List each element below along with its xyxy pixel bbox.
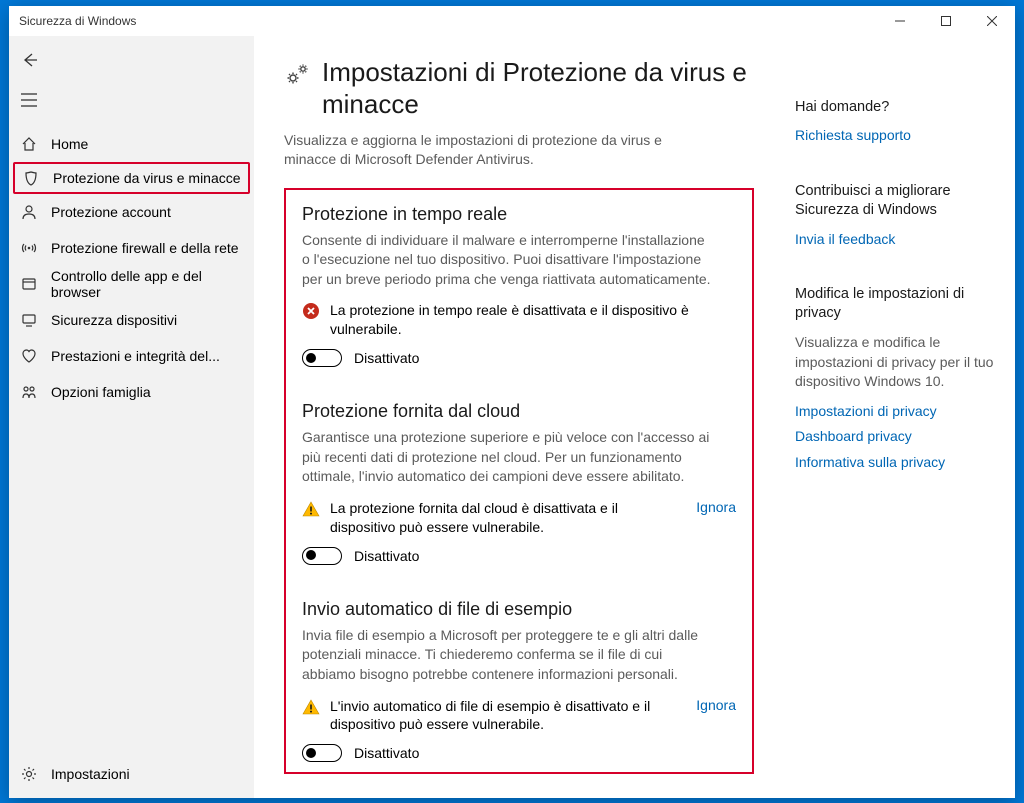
alert-row: La protezione in tempo reale è disattiva… — [302, 301, 736, 339]
error-icon — [302, 302, 320, 320]
aside-text: Visualizza e modifica le impostazioni di… — [795, 333, 995, 392]
section-title: Protezione in tempo reale — [302, 204, 736, 225]
aside-title: Hai domande? — [795, 98, 995, 117]
alert-row: L'invio automatico di file di esempio è … — [302, 697, 736, 735]
dismiss-link[interactable]: Ignora — [696, 499, 736, 515]
sidebar-item-label: Impostazioni — [51, 766, 130, 782]
titlebar: Sicurezza di Windows — [9, 6, 1015, 36]
sidebar-item-virus[interactable]: Protezione da virus e minacce — [13, 162, 250, 194]
sidebar-item-device[interactable]: Sicurezza dispositivi — [9, 302, 254, 338]
dismiss-link[interactable]: Ignora — [696, 697, 736, 713]
sidebar-item-label: Protezione da virus e minacce — [53, 170, 241, 186]
aside-questions: Hai domande? Richiesta supporto — [795, 98, 995, 146]
shield-icon — [21, 170, 41, 186]
feedback-link[interactable]: Invia il feedback — [795, 230, 995, 250]
toggle-label: Disattivato — [354, 548, 419, 564]
section-sample: Invio automatico di file di esempio Invi… — [302, 599, 736, 763]
window-title: Sicurezza di Windows — [19, 14, 136, 28]
aside-feedback: Contribuisci a migliorare Sicurezza di W… — [795, 182, 995, 249]
toggle-cloud[interactable] — [302, 547, 342, 565]
alert-text: La protezione fornita dal cloud è disatt… — [330, 499, 680, 537]
sidebar-item-label: Prestazioni e integrità del... — [51, 348, 220, 364]
privacy-policy-link[interactable]: Informativa sulla privacy — [795, 453, 995, 473]
sidebar-item-label: Controllo delle app e del browser — [51, 268, 254, 300]
device-icon — [19, 312, 39, 328]
app-window: Sicurezza di Windows — [9, 6, 1015, 798]
alert-text: La protezione in tempo reale è disattiva… — [330, 301, 736, 339]
section-desc: Invia file di esempio a Microsoft per pr… — [302, 626, 712, 685]
page-title: Impostazioni di Protezione da virus e mi… — [322, 56, 765, 121]
hamburger-button[interactable] — [9, 80, 49, 120]
sidebar-item-health[interactable]: Prestazioni e integrità del... — [9, 338, 254, 374]
sidebar-item-appbrowser[interactable]: Controllo delle app e del browser — [9, 266, 254, 302]
antenna-icon — [19, 240, 39, 256]
warning-icon — [302, 500, 320, 518]
maximize-button[interactable] — [923, 6, 969, 36]
sidebar-item-label: Opzioni famiglia — [51, 384, 151, 400]
sidebar: Home Protezione da virus e minacce Prote… — [9, 36, 254, 798]
minimize-button[interactable] — [877, 6, 923, 36]
section-desc: Garantisce una protezione superiore e pi… — [302, 428, 712, 487]
sidebar-item-settings[interactable]: Impostazioni — [9, 756, 254, 792]
settings-icon — [284, 62, 310, 88]
section-desc: Consente di individuare il malware e int… — [302, 231, 712, 290]
aside-panel: Hai domande? Richiesta supporto Contribu… — [785, 36, 1015, 798]
sidebar-item-label: Sicurezza dispositivi — [51, 312, 177, 328]
close-button[interactable] — [969, 6, 1015, 36]
sidebar-item-home[interactable]: Home — [9, 126, 254, 162]
alert-row: La protezione fornita dal cloud è disatt… — [302, 499, 736, 537]
gear-icon — [19, 766, 39, 782]
section-title: Invio automatico di file di esempio — [302, 599, 736, 620]
page-subtitle: Visualizza e aggiorna le impostazioni di… — [284, 131, 704, 170]
sidebar-item-account[interactable]: Protezione account — [9, 194, 254, 230]
toggle-label: Disattivato — [354, 745, 419, 761]
main-content: Impostazioni di Protezione da virus e mi… — [254, 36, 785, 798]
aside-privacy: Modifica le impostazioni di privacy Visu… — [795, 285, 995, 472]
section-title: Protezione fornita dal cloud — [302, 401, 736, 422]
toggle-label: Disattivato — [354, 350, 419, 366]
privacy-dashboard-link[interactable]: Dashboard privacy — [795, 427, 995, 447]
toggle-realtime[interactable] — [302, 349, 342, 367]
sidebar-item-firewall[interactable]: Protezione firewall e della rete — [9, 230, 254, 266]
privacy-settings-link[interactable]: Impostazioni di privacy — [795, 402, 995, 422]
toggle-sample[interactable] — [302, 744, 342, 762]
warning-icon — [302, 698, 320, 716]
sidebar-item-label: Home — [51, 136, 88, 152]
back-button[interactable] — [9, 40, 49, 80]
home-icon — [19, 136, 39, 152]
family-icon — [19, 384, 39, 400]
sidebar-item-label: Protezione firewall e della rete — [51, 240, 239, 256]
settings-highlight-box: Protezione in tempo reale Consente di in… — [284, 188, 754, 775]
heart-icon — [19, 348, 39, 364]
aside-title: Modifica le impostazioni di privacy — [795, 285, 995, 323]
app-icon — [19, 276, 39, 292]
account-icon — [19, 204, 39, 220]
alert-text: L'invio automatico di file di esempio è … — [330, 697, 680, 735]
window-controls — [877, 6, 1015, 36]
support-link[interactable]: Richiesta supporto — [795, 126, 995, 146]
sidebar-item-family[interactable]: Opzioni famiglia — [9, 374, 254, 410]
sidebar-item-label: Protezione account — [51, 204, 171, 220]
aside-title: Contribuisci a migliorare Sicurezza di W… — [795, 182, 995, 220]
section-realtime: Protezione in tempo reale Consente di in… — [302, 204, 736, 368]
section-cloud: Protezione fornita dal cloud Garantisce … — [302, 401, 736, 565]
